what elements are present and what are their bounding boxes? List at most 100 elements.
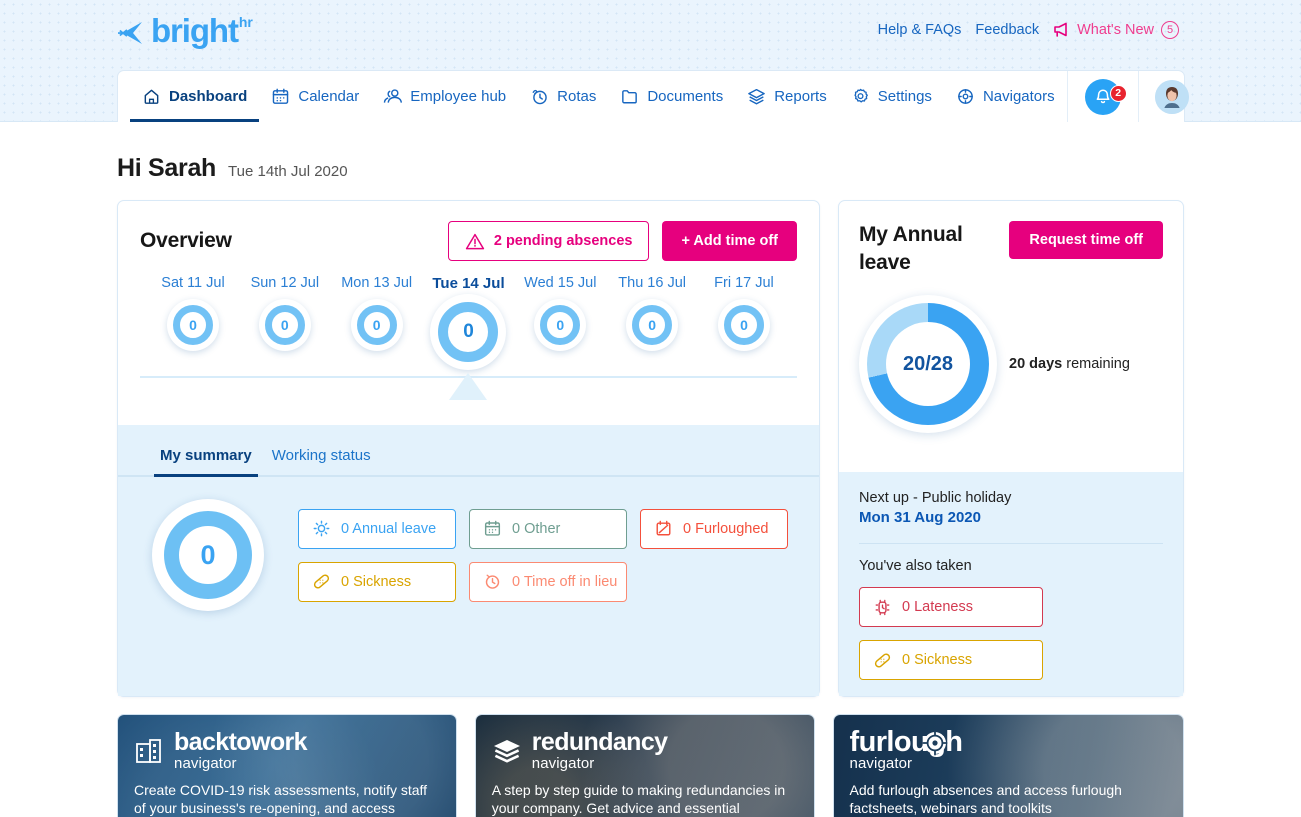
nav-item-list: Dashboard Calendar Employee hub Rotas Do… bbox=[118, 71, 1067, 122]
layers-icon bbox=[748, 88, 766, 105]
day-label: Fri 17 Jul bbox=[714, 275, 774, 291]
annual-leave-lower-panel: Next up - Public holiday Mon 31 Aug 2020… bbox=[839, 472, 1183, 696]
nav-label-dashboard: Dashboard bbox=[169, 88, 248, 105]
day-circle: 0 bbox=[430, 294, 507, 370]
day-tue-14-jul-today[interactable]: Tue 14 Jul 0 bbox=[425, 275, 511, 400]
card-description: Add furlough absences and access furloug… bbox=[849, 782, 1122, 816]
donut-center-label: 20/28 bbox=[886, 322, 970, 406]
day-mon-13-jul[interactable]: Mon 13 Jul 0 bbox=[334, 275, 420, 370]
stat-label: 0 Sickness bbox=[341, 573, 412, 590]
add-time-off-button[interactable]: + Add time off bbox=[662, 221, 797, 261]
tab-working-status[interactable]: Working status bbox=[266, 447, 377, 475]
card-subtitle: navigator bbox=[174, 755, 237, 772]
stat-other[interactable]: 0 Other bbox=[469, 508, 627, 549]
day-circle: 0 bbox=[534, 299, 587, 351]
card-title: redundancy bbox=[531, 728, 668, 756]
pending-absences-button[interactable]: 2 pending absences bbox=[447, 221, 650, 261]
nav-item-dashboard[interactable]: Dashboard bbox=[130, 71, 260, 122]
target-icon bbox=[922, 730, 948, 756]
stat-annual-leave[interactable]: 0 Annual leave bbox=[298, 508, 456, 549]
day-label: Sat 11 Jul bbox=[161, 275, 225, 291]
total-absences-donut: 0 bbox=[152, 499, 264, 611]
home-icon bbox=[144, 89, 159, 104]
day-wed-15-jul[interactable]: Wed 15 Jul 0 bbox=[517, 275, 603, 370]
tab-my-summary[interactable]: My summary bbox=[154, 447, 258, 477]
day-value: 0 bbox=[264, 305, 305, 345]
nav-right-cluster: 2 bbox=[1066, 71, 1205, 122]
clock-arrow-icon bbox=[532, 89, 547, 105]
avatar bbox=[1154, 79, 1189, 114]
today-date: Tue 14th Jul 2020 bbox=[228, 163, 348, 180]
overview-actions: 2 pending absences + Add time off bbox=[447, 221, 797, 261]
nav-item-reports[interactable]: Reports bbox=[735, 71, 839, 122]
card-logo: furlough navigator bbox=[850, 728, 1167, 772]
stat-sickness[interactable]: 0 Sickness bbox=[298, 561, 456, 602]
navigator-cards-row: backtowork navigator Create COVID-19 ris… bbox=[117, 714, 1184, 817]
stat-label: 0 Other bbox=[512, 520, 561, 537]
day-value: 0 bbox=[438, 302, 499, 362]
day-label: Sun 12 Jul bbox=[250, 275, 320, 291]
day-fri-17-jul[interactable]: Fri 17 Jul 0 bbox=[701, 275, 787, 370]
week-days: Sat 11 Jul 0 Sun 12 Jul 0 Mon 13 Jul 0 T… bbox=[118, 275, 819, 400]
stat-label: 0 Sickness bbox=[902, 652, 973, 668]
nav-item-navigators[interactable]: Navigators bbox=[944, 71, 1067, 122]
stat-label: 0 Furloughed bbox=[683, 520, 769, 537]
day-circle: 0 bbox=[350, 299, 403, 351]
plaster-icon bbox=[874, 653, 891, 667]
nav-item-settings[interactable]: Settings bbox=[839, 71, 944, 122]
day-value: 0 bbox=[173, 305, 213, 345]
nav-item-rotas[interactable]: Rotas bbox=[518, 71, 608, 122]
people-icon bbox=[384, 89, 403, 103]
nav-item-employee-hub[interactable]: Employee hub bbox=[371, 71, 518, 122]
page-title: Hi Sarah bbox=[117, 154, 217, 182]
furlough-navigator-card[interactable]: furlough navigator Add furlough absences… bbox=[832, 714, 1184, 817]
stat-sickness-annual[interactable]: 0 Sickness bbox=[859, 640, 1043, 680]
stat-label: 0 Lateness bbox=[902, 599, 973, 615]
stat-furloughed[interactable]: 0 Furloughed bbox=[640, 508, 788, 549]
avatar-photo-icon bbox=[1154, 79, 1189, 114]
request-time-off-button[interactable]: Request time off bbox=[1009, 221, 1163, 259]
card-title: backtowork bbox=[174, 728, 308, 756]
layers-icon bbox=[493, 739, 520, 762]
overview-title: Overview bbox=[140, 229, 232, 252]
brighthr-logo[interactable]: bright hr bbox=[117, 12, 253, 50]
annual-leave-header: My Annual leave Request time off bbox=[839, 201, 1183, 277]
overview-header: Overview 2 pending absences + Add time o… bbox=[118, 201, 819, 261]
overview-card: Overview 2 pending absences + Add time o… bbox=[117, 200, 820, 697]
day-thu-16-jul[interactable]: Thu 16 Jul 0 bbox=[609, 275, 695, 370]
annual-leave-title: My Annual leave bbox=[859, 223, 963, 274]
overview-lower-panel: My summary Working status 0 0 Annual lea… bbox=[118, 425, 819, 696]
nav-label-navigators: Navigators bbox=[982, 88, 1055, 105]
next-up-date[interactable]: Mon 31 Aug 2020 bbox=[859, 509, 1163, 526]
whats-new-link[interactable]: What's New 5 bbox=[1053, 21, 1179, 39]
help-faqs-link[interactable]: Help & FAQs bbox=[878, 22, 962, 38]
day-sun-12-jul[interactable]: Sun 12 Jul 0 bbox=[242, 275, 328, 370]
day-sat-11-jul[interactable]: Sat 11 Jul 0 bbox=[150, 275, 236, 370]
warning-triangle-icon bbox=[465, 233, 485, 249]
nav-label-settings: Settings bbox=[877, 88, 932, 105]
also-taken-stats: 0 Lateness 0 Sickness bbox=[859, 587, 1163, 680]
day-circle: 0 bbox=[258, 299, 311, 351]
remaining-suffix: remaining bbox=[1062, 356, 1130, 372]
feedback-link[interactable]: Feedback bbox=[975, 22, 1039, 38]
bright-spark-icon bbox=[118, 22, 142, 44]
selected-day-pointer bbox=[449, 373, 488, 400]
nav-label-documents: Documents bbox=[647, 88, 724, 105]
pending-absences-label: 2 pending absences bbox=[493, 233, 633, 249]
day-label: Tue 14 Jul bbox=[432, 275, 505, 292]
notifications-button[interactable]: 2 bbox=[1068, 78, 1138, 115]
redundancy-navigator-card[interactable]: redundancy navigator A step by step guid… bbox=[474, 714, 815, 817]
sun-icon bbox=[313, 520, 330, 537]
card-content: furlough navigator Add furlough absences… bbox=[834, 715, 1183, 817]
nav-item-documents[interactable]: Documents bbox=[608, 71, 735, 122]
user-menu-button[interactable] bbox=[1139, 79, 1205, 114]
stat-lateness[interactable]: 0 Lateness bbox=[859, 587, 1043, 627]
day-label: Wed 15 Jul bbox=[524, 275, 597, 291]
overview-tabs: My summary Working status bbox=[118, 425, 819, 477]
stat-time-off-in-lieu[interactable]: 0 Time off in lieu bbox=[469, 561, 627, 602]
backtowork-navigator-card[interactable]: backtowork navigator Create COVID-19 ris… bbox=[117, 714, 457, 817]
divider bbox=[859, 543, 1163, 544]
plaster-icon bbox=[313, 574, 330, 589]
whats-new-count: 5 bbox=[1161, 21, 1179, 39]
nav-item-calendar[interactable]: Calendar bbox=[259, 71, 371, 122]
